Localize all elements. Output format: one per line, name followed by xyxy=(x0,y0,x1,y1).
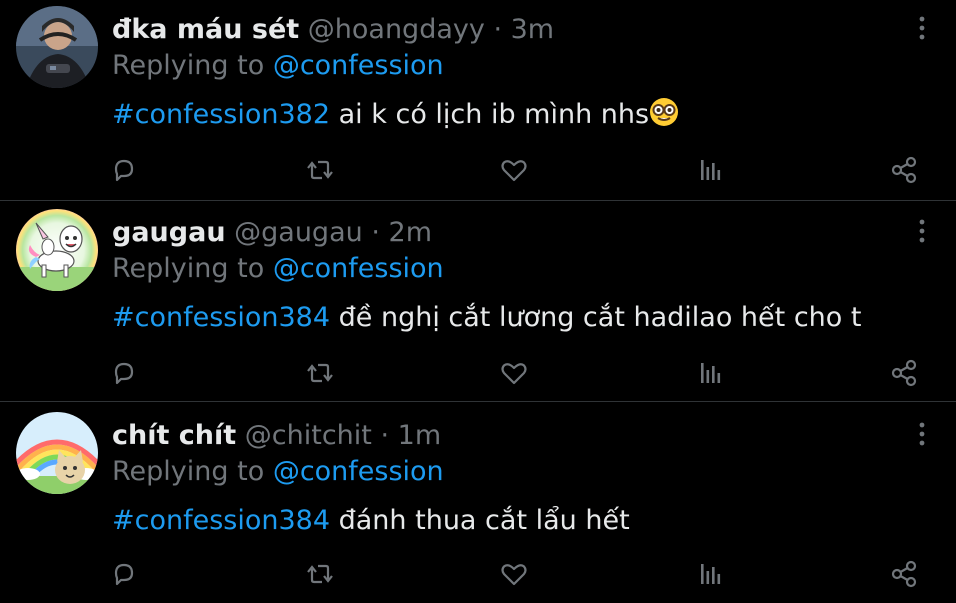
views-icon xyxy=(701,363,721,383)
share-icon xyxy=(891,560,917,588)
tweet-header: gaugau @gaugau · 2m xyxy=(112,215,432,251)
tweet[interactable]: gaugau @gaugau · 2m Replying to @confess… xyxy=(0,201,956,402)
timestamp[interactable]: 3m xyxy=(511,14,554,45)
hashtag-link[interactable]: #confession384 xyxy=(112,505,330,536)
user-handle[interactable]: @gaugau xyxy=(234,217,363,248)
share-icon xyxy=(891,156,917,184)
tweet-text: #confession384 đánh thua cắt lẩu hết xyxy=(112,502,630,540)
display-name[interactable]: chít chít xyxy=(112,420,236,451)
display-name[interactable]: gaugau xyxy=(112,217,226,248)
replying-to-line: Replying to @confession xyxy=(112,251,444,287)
views-button[interactable] xyxy=(694,357,726,389)
reply-icon xyxy=(114,362,134,385)
views-icon xyxy=(701,564,721,584)
replying-to-mention[interactable]: @confession xyxy=(273,456,444,487)
retweet-icon xyxy=(307,363,333,383)
retweet-icon xyxy=(307,160,333,180)
views-icon xyxy=(701,160,721,180)
user-handle[interactable]: @chitchit xyxy=(245,420,372,451)
replying-to-mention[interactable]: @confession xyxy=(273,253,444,284)
share-button[interactable] xyxy=(888,357,920,389)
replying-to-label: Replying to xyxy=(112,456,265,487)
tweet-feed: đka máu sét @hoangdayy · 3m Replying to … xyxy=(0,0,956,600)
replying-to-label: Replying to xyxy=(112,253,265,284)
gamer-avatar-image xyxy=(16,6,98,88)
more-options-button[interactable] xyxy=(910,217,934,245)
avatar[interactable] xyxy=(16,6,98,88)
user-handle[interactable]: @hoangdayy xyxy=(308,14,485,45)
tweet-text: #confession382 ai k có lịch ib mình nhs xyxy=(112,96,679,134)
reply-button[interactable] xyxy=(108,357,140,389)
tweet-actions xyxy=(0,357,956,389)
tweet[interactable]: đka máu sét @hoangdayy · 3m Replying to … xyxy=(0,0,956,201)
replying-to-label: Replying to xyxy=(112,50,265,81)
views-button[interactable] xyxy=(694,154,726,186)
tweet-body: đề nghị cắt lương cắt hadilao hết cho t xyxy=(338,302,862,333)
more-icon xyxy=(919,422,925,446)
more-icon xyxy=(919,16,925,40)
separator-dot: · xyxy=(380,420,390,451)
timestamp[interactable]: 1m xyxy=(398,420,441,451)
like-icon xyxy=(501,363,527,385)
views-button[interactable] xyxy=(694,558,726,590)
retweet-button[interactable] xyxy=(304,558,336,590)
tweet-text: #confession384 đề nghị cắt lương cắt had… xyxy=(112,299,861,337)
reply-button[interactable] xyxy=(108,154,140,186)
replying-to-line: Replying to @confession xyxy=(112,454,444,490)
share-icon xyxy=(891,359,917,387)
reply-icon xyxy=(114,159,134,182)
retweet-button[interactable] xyxy=(304,154,336,186)
hashtag-link[interactable]: #confession382 xyxy=(112,99,330,130)
share-button[interactable] xyxy=(888,154,920,186)
tweet-body: đánh thua cắt lẩu hết xyxy=(338,505,630,536)
nerd-face-emoji xyxy=(650,98,679,126)
separator-dot: · xyxy=(371,217,380,248)
replying-to-line: Replying to @confession xyxy=(112,48,444,84)
like-icon xyxy=(501,564,527,586)
like-icon xyxy=(501,160,527,182)
more-options-button[interactable] xyxy=(910,420,934,448)
reply-icon xyxy=(114,563,134,586)
tweet-actions xyxy=(0,558,956,590)
hashtag-link[interactable]: #confession384 xyxy=(112,302,330,333)
rainbow-cat-avatar-image xyxy=(16,412,98,494)
reply-button[interactable] xyxy=(108,558,140,590)
like-button[interactable] xyxy=(498,357,530,389)
display-name[interactable]: đka máu sét xyxy=(112,14,299,45)
avatar[interactable] xyxy=(16,209,98,291)
tweet-body: ai k có lịch ib mình nhs xyxy=(338,99,650,130)
tweet[interactable]: chít chít @chitchit · 1m Replying to @co… xyxy=(0,402,956,603)
separator-dot: · xyxy=(493,14,503,45)
tweet-header: chít chít @chitchit · 1m xyxy=(112,418,441,454)
like-button[interactable] xyxy=(498,558,530,590)
avatar[interactable] xyxy=(16,412,98,494)
retweet-icon xyxy=(307,564,333,584)
more-icon xyxy=(919,219,925,243)
more-options-button[interactable] xyxy=(910,14,934,42)
tweet-actions xyxy=(0,154,956,186)
replying-to-mention[interactable]: @confession xyxy=(273,50,444,81)
tweet-header: đka máu sét @hoangdayy · 3m xyxy=(112,12,554,48)
unicorn-avatar-image xyxy=(16,209,98,291)
timestamp[interactable]: 2m xyxy=(389,217,432,248)
share-button[interactable] xyxy=(888,558,920,590)
retweet-button[interactable] xyxy=(304,357,336,389)
like-button[interactable] xyxy=(498,154,530,186)
